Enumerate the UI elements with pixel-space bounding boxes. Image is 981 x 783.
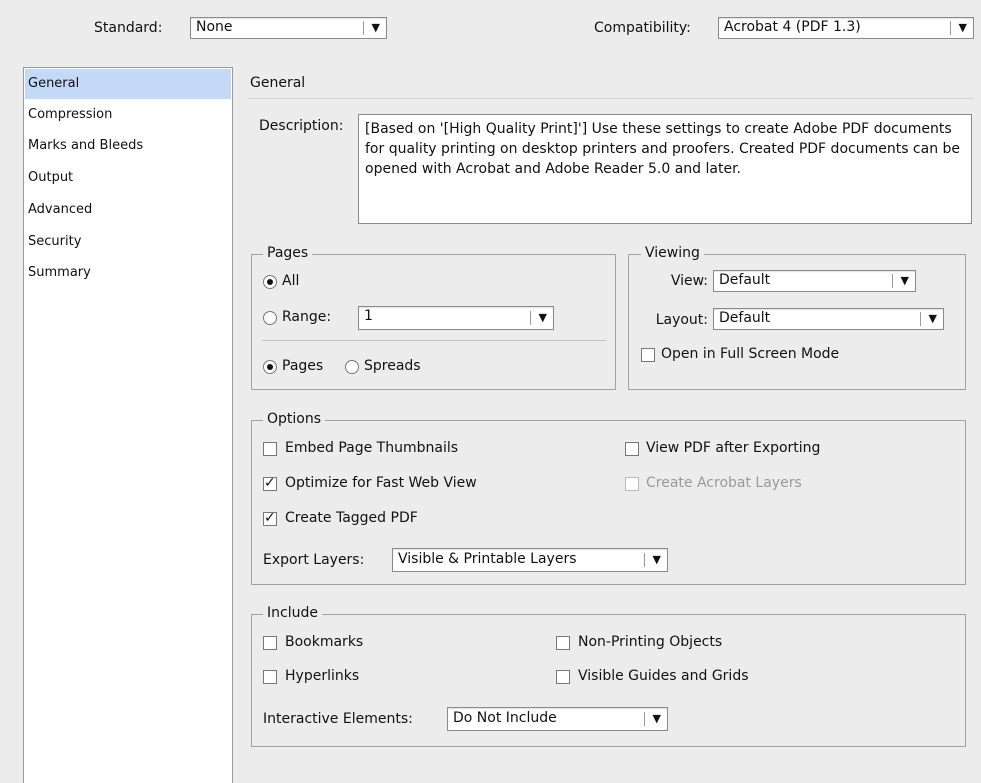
non-printing-label: Non-Printing Objects bbox=[578, 634, 723, 650]
chevron-down-icon: ▼ bbox=[652, 712, 661, 725]
range-combo[interactable]: 1 ▼ bbox=[358, 306, 554, 330]
guides-grids-checkbox[interactable] bbox=[556, 670, 570, 684]
compatibility-label: Compatibility: bbox=[594, 20, 691, 36]
fullscreen-label: Open in Full Screen Mode bbox=[661, 346, 840, 362]
chevron-down-icon: ▼ bbox=[371, 21, 380, 34]
description-text: [Based on '[High Quality Print]'] Use th… bbox=[358, 114, 972, 224]
tagged-pdf-checkbox[interactable]: ✓ bbox=[263, 510, 277, 526]
chevron-down-icon: ▼ bbox=[958, 21, 967, 34]
embed-thumbnails-checkbox[interactable] bbox=[263, 442, 277, 456]
sidebar-item-general[interactable]: General bbox=[25, 69, 231, 99]
pages-range-radio[interactable] bbox=[263, 311, 277, 325]
chevron-down-icon: ▼ bbox=[538, 311, 547, 324]
category-sidebar: General Compression Marks and Bleeds Out… bbox=[23, 67, 233, 783]
chevron-down-icon: ▼ bbox=[900, 274, 909, 287]
export-layers-label: Export Layers: bbox=[263, 552, 365, 568]
export-layers-value: Visible & Printable Layers bbox=[398, 551, 577, 567]
select-separator bbox=[363, 21, 364, 35]
layout-select[interactable]: Default ▼ bbox=[713, 308, 944, 330]
bookmarks-checkbox[interactable] bbox=[263, 636, 277, 650]
select-separator bbox=[920, 312, 921, 326]
interactive-elements-select[interactable]: Do Not Include ▼ bbox=[447, 707, 668, 731]
sidebar-item-summary[interactable]: Summary bbox=[25, 258, 231, 288]
export-layers-select[interactable]: Visible & Printable Layers ▼ bbox=[392, 548, 668, 572]
sidebar-item-output[interactable]: Output bbox=[25, 163, 231, 193]
spreads-label: Spreads bbox=[364, 358, 421, 374]
checkmark-icon: ✓ bbox=[264, 510, 276, 526]
hyperlinks-checkbox[interactable] bbox=[263, 670, 277, 684]
chevron-down-icon: ▼ bbox=[652, 553, 661, 566]
view-select-value: Default bbox=[719, 272, 771, 288]
checkmark-icon: ✓ bbox=[264, 475, 276, 491]
bookmarks-label: Bookmarks bbox=[285, 634, 364, 650]
sidebar-item-security[interactable]: Security bbox=[25, 227, 231, 257]
tagged-pdf-label: Create Tagged PDF bbox=[285, 510, 418, 526]
title-divider bbox=[248, 98, 973, 99]
select-separator bbox=[644, 712, 645, 726]
description-label: Description: bbox=[259, 118, 344, 134]
standard-select[interactable]: None ▼ bbox=[190, 17, 387, 39]
non-printing-checkbox[interactable] bbox=[556, 636, 570, 650]
select-separator bbox=[530, 311, 531, 325]
pages-all-label: All bbox=[282, 273, 300, 289]
standard-label: Standard: bbox=[94, 20, 163, 36]
embed-thumbnails-label: Embed Page Thumbnails bbox=[285, 440, 459, 456]
compatibility-select-value: Acrobat 4 (PDF 1.3) bbox=[724, 19, 861, 35]
options-legend: Options bbox=[263, 411, 326, 427]
view-label: View: bbox=[670, 273, 708, 289]
pages-divider bbox=[262, 340, 606, 341]
compatibility-select[interactable]: Acrobat 4 (PDF 1.3) ▼ bbox=[718, 17, 974, 39]
pages-legend: Pages bbox=[263, 245, 313, 261]
optimize-web-label: Optimize for Fast Web View bbox=[285, 475, 477, 491]
pages-range-label: Range: bbox=[282, 309, 332, 325]
guides-grids-label: Visible Guides and Grids bbox=[578, 668, 749, 684]
sidebar-item-compression[interactable]: Compression bbox=[25, 100, 231, 130]
pages-all-radio[interactable] bbox=[263, 275, 277, 289]
acrobat-layers-label: Create Acrobat Layers bbox=[646, 475, 802, 491]
hyperlinks-label: Hyperlinks bbox=[285, 668, 360, 684]
sidebar-item-marks-and-bleeds[interactable]: Marks and Bleeds bbox=[25, 131, 231, 161]
viewing-legend: Viewing bbox=[641, 245, 704, 261]
range-combo-value: 1 bbox=[364, 308, 373, 324]
standard-select-value: None bbox=[196, 19, 233, 35]
pages-option-label: Pages bbox=[282, 358, 324, 374]
view-after-export-checkbox[interactable] bbox=[625, 442, 639, 456]
radio-dot bbox=[267, 364, 273, 370]
acrobat-layers-checkbox bbox=[625, 477, 639, 491]
spreads-radio[interactable] bbox=[345, 360, 359, 374]
select-separator bbox=[644, 553, 645, 567]
select-separator bbox=[892, 274, 893, 288]
view-after-export-label: View PDF after Exporting bbox=[646, 440, 821, 456]
radio-dot bbox=[267, 279, 273, 285]
fullscreen-checkbox[interactable] bbox=[641, 348, 655, 362]
layout-label: Layout: bbox=[655, 312, 708, 328]
sidebar-item-advanced[interactable]: Advanced bbox=[25, 195, 231, 225]
panel-title: General bbox=[250, 75, 306, 91]
optimize-web-checkbox[interactable]: ✓ bbox=[263, 475, 277, 491]
include-legend: Include bbox=[263, 605, 322, 621]
select-separator bbox=[950, 21, 951, 35]
interactive-elements-value: Do Not Include bbox=[453, 710, 557, 726]
view-select[interactable]: Default ▼ bbox=[713, 270, 916, 292]
chevron-down-icon: ▼ bbox=[928, 312, 937, 325]
pages-option-radio[interactable] bbox=[263, 360, 277, 374]
layout-select-value: Default bbox=[719, 310, 771, 326]
interactive-elements-label: Interactive Elements: bbox=[263, 711, 413, 727]
